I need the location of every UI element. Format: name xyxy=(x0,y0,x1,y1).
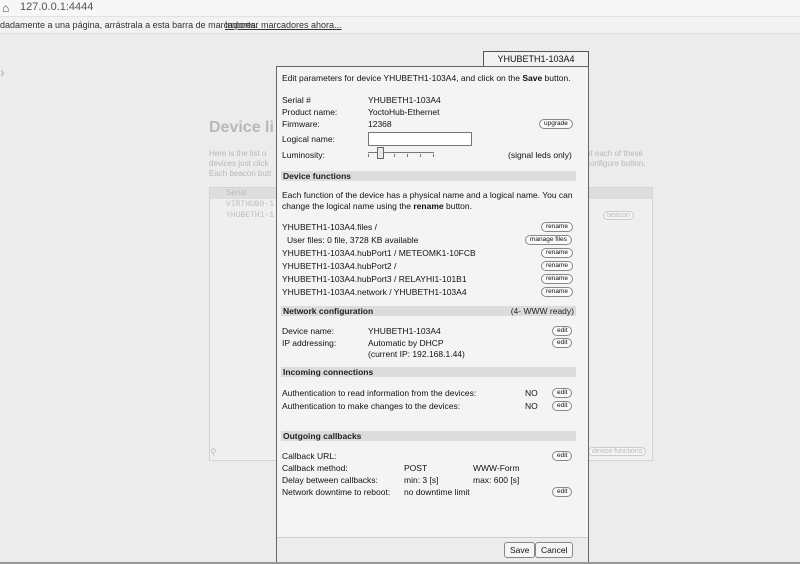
serial-label: Serial # xyxy=(282,95,311,105)
auth-change-value: NO xyxy=(525,401,538,411)
user-files-info: User files: 0 file, 3728 KB available xyxy=(287,235,419,245)
luminosity-label: Luminosity: xyxy=(282,150,325,160)
function-name: YHUBETH1-103A4.hubPort3 / RELAYHI1-101B1 xyxy=(282,274,467,284)
incoming-connections-header: Incoming connections xyxy=(281,367,576,377)
edit-downtime-button[interactable]: edit xyxy=(552,487,573,497)
serial-value: YHUBETH1-103A4 xyxy=(368,95,441,105)
import-bookmarks-link[interactable]: Importar marcadores ahora... xyxy=(225,17,342,33)
arrow-icon: › xyxy=(0,64,5,80)
luminosity-slider[interactable] xyxy=(368,147,434,159)
product-label: Product name: xyxy=(282,107,338,117)
rename-button[interactable]: rename xyxy=(541,248,574,258)
delay-max-value: max: 600 [s] xyxy=(473,475,520,485)
dialog-tab: YHUBETH1-103A4 xyxy=(483,51,589,67)
current-ip: (current IP: 192.168.1.44) xyxy=(368,349,465,359)
callback-format-value: WWW-Form xyxy=(473,463,520,473)
rename-button[interactable]: rename xyxy=(541,287,574,297)
downtime-value: no downtime limit xyxy=(404,487,470,497)
device-name-label: Device name: xyxy=(282,326,334,336)
device-functions-header: Device functions xyxy=(281,171,576,181)
network-config-header: Network configuration (4- WWW ready) xyxy=(281,306,576,316)
device-name-value: YHUBETH1-103A4 xyxy=(368,326,441,336)
ip-addressing-label: IP addressing: xyxy=(282,338,337,348)
product-value: YoctoHub-Ethernet xyxy=(368,107,440,117)
upgrade-button[interactable]: upgrade xyxy=(539,119,573,129)
dialog-content: Edit parameters for device YHUBETH1-103A… xyxy=(277,67,588,537)
edit-ip-button[interactable]: edit xyxy=(552,338,573,348)
device-functions-button: device functions xyxy=(588,447,647,456)
edit-auth-read-button[interactable]: edit xyxy=(552,388,573,398)
rename-button[interactable]: rename xyxy=(541,222,574,232)
callback-method-label: Callback method: xyxy=(282,463,348,473)
slider-tick xyxy=(407,154,408,157)
rename-button[interactable]: rename xyxy=(541,261,574,271)
functions-description: Each function of the device has a physic… xyxy=(282,190,573,200)
edit-device-name-button[interactable]: edit xyxy=(552,326,573,336)
home-icon[interactable]: ⌂ xyxy=(2,2,14,14)
edit-auth-change-button[interactable]: edit xyxy=(552,401,573,411)
outgoing-callbacks-header: Outgoing callbacks xyxy=(281,431,576,441)
search-icon: ⚲ xyxy=(210,447,217,457)
background-page-title: Device li xyxy=(209,119,274,136)
rename-button[interactable]: rename xyxy=(541,274,574,284)
bookmarks-bar: dadamente a una página, arrástrala a est… xyxy=(0,17,800,34)
function-name: YHUBETH1-103A4.hubPort2 / xyxy=(282,261,397,271)
bookmarks-hint: dadamente a una página, arrástrala a est… xyxy=(0,20,259,30)
delay-min-value: min: 3 [s] xyxy=(404,475,439,485)
callback-url-label: Callback URL: xyxy=(282,451,337,461)
auth-change-label: Authentication to make changes to the de… xyxy=(282,401,461,411)
luminosity-hint: (signal leds only) xyxy=(508,150,572,160)
slider-knob[interactable] xyxy=(377,147,384,159)
firmware-label: Firmware: xyxy=(282,119,320,129)
ip-addressing-value: Automatic by DHCP xyxy=(368,338,444,348)
callback-method-value: POST xyxy=(404,463,428,473)
background-intro-text-right: ut each of these configure button. xyxy=(586,149,646,168)
auth-read-value: NO xyxy=(525,388,538,398)
slider-tick xyxy=(394,154,395,157)
function-name: YHUBETH1-103A4.network / YHUBETH1-103A4 xyxy=(282,287,467,297)
save-button[interactable]: Save xyxy=(504,542,536,558)
firmware-value: 12368 xyxy=(368,119,392,129)
downtime-label: Network downtime to reboot: xyxy=(282,487,391,497)
auth-read-label: Authentication to read information from … xyxy=(282,388,477,398)
delay-label: Delay between callbacks: xyxy=(282,475,378,485)
manage-files-button[interactable]: manage files xyxy=(525,235,572,245)
network-status: (4- WWW ready) xyxy=(510,306,574,316)
functions-description-2: change the logical name using the rename… xyxy=(282,201,472,211)
slider-tick xyxy=(433,154,434,157)
edit-callback-url-button[interactable]: edit xyxy=(552,451,573,461)
slider-tick xyxy=(368,154,369,157)
background-intro-text: Here is the list o devices just click Ea… xyxy=(209,149,272,178)
cancel-button[interactable]: Cancel xyxy=(535,542,574,558)
logical-name-input[interactable] xyxy=(368,132,472,146)
dialog-intro: Edit parameters for device YHUBETH1-103A… xyxy=(282,73,571,83)
function-name: YHUBETH1-103A4.hubPort1 / METEOMK1-10FCB xyxy=(282,248,476,258)
dialog-footer: Save Cancel xyxy=(277,537,588,564)
device-config-dialog: Edit parameters for device YHUBETH1-103A… xyxy=(276,66,589,564)
slider-tick xyxy=(420,154,421,157)
address-bar[interactable]: 127.0.0.1:4444 xyxy=(20,1,93,13)
browser-toolbar: ⌂ 127.0.0.1:4444 xyxy=(0,0,800,17)
function-name: YHUBETH1-103A4.files / xyxy=(282,222,377,232)
logical-name-label: Logical name: xyxy=(282,134,335,144)
beacon-button: beacon xyxy=(603,211,634,220)
